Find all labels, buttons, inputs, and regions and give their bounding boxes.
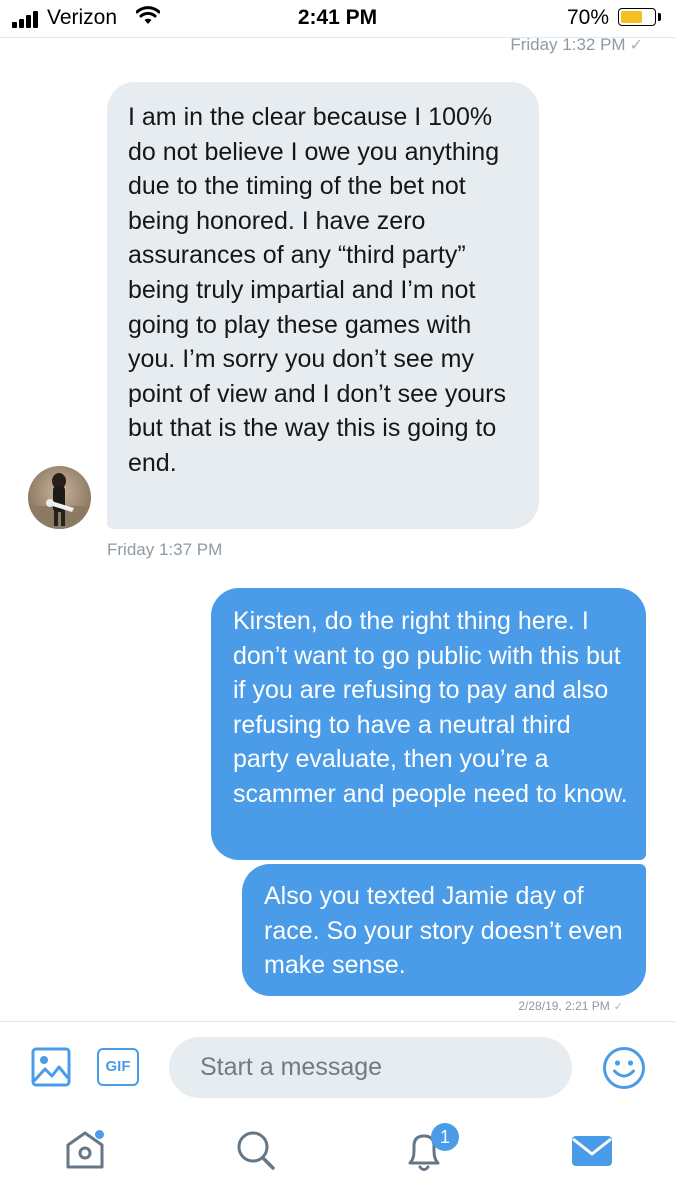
message-text: Kirsten, do the right thing here. I don’… — [233, 607, 628, 808]
read-check-icon: ✓ — [629, 37, 643, 54]
message-input[interactable] — [169, 1037, 572, 1098]
outgoing-message-bubble[interactable]: Also you texted Jamie day of race. So yo… — [242, 864, 646, 996]
battery-percent: 70% — [567, 6, 610, 29]
battery-fill — [621, 11, 642, 23]
avatar[interactable] — [28, 466, 91, 529]
timestamp-text: 2/28/19, 2:21 PM — [518, 999, 610, 1013]
read-check-icon: ✓ — [613, 1001, 623, 1013]
emoji-icon[interactable] — [602, 1046, 646, 1090]
message-timestamp: Friday 1:37 PM — [107, 540, 223, 559]
mail-icon[interactable] — [570, 1127, 614, 1173]
home-notification-dot — [95, 1130, 104, 1139]
outgoing-message-bubble[interactable]: Kirsten, do the right thing here. I don’… — [211, 588, 646, 860]
incoming-message-bubble[interactable]: I am in the clear because I 100% do not … — [107, 82, 539, 529]
timestamp-text: Friday 1:32 PM — [510, 35, 626, 54]
search-icon[interactable] — [234, 1127, 278, 1173]
status-bar: Verizon 2:41 PM 70% — [0, 0, 675, 38]
composer-divider — [0, 1021, 675, 1022]
message-text: I am in the clear because I 100% do not … — [128, 103, 507, 477]
message-text: Also you texted Jamie day of race. So yo… — [264, 882, 623, 980]
message-timestamp: Friday 1:32 PM ✓ — [510, 35, 643, 55]
battery-tip — [658, 13, 661, 21]
battery-icon — [618, 8, 656, 26]
image-icon[interactable] — [31, 1047, 71, 1087]
gif-button[interactable]: GIF — [97, 1048, 139, 1086]
message-timestamp: 2/28/19, 2:21 PM ✓ — [518, 999, 623, 1013]
notification-badge: 1 — [431, 1123, 459, 1151]
avatar-image — [28, 466, 91, 529]
